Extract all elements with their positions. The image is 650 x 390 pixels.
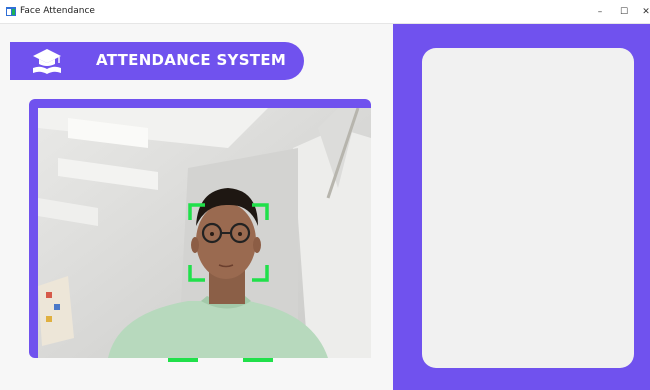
header-banner: ATTENDANCE SYSTEM [10, 42, 304, 80]
window-titlebar: Face Attendance – ☐ ✕ [0, 0, 650, 24]
camera-scene [38, 108, 371, 358]
close-button[interactable]: ✕ [638, 4, 650, 20]
detection-indicator-left [168, 358, 198, 362]
app-window-icon [6, 7, 16, 16]
info-card [422, 48, 634, 368]
camera-feed [38, 108, 371, 358]
left-panel: ATTENDANCE SYSTEM [0, 24, 393, 390]
app-heading: ATTENDANCE SYSTEM [96, 51, 287, 69]
detection-indicator-right [243, 358, 273, 362]
right-panel [393, 24, 650, 390]
minimize-button[interactable]: – [592, 4, 608, 20]
graduation-cap-book-icon [33, 49, 61, 74]
window-title: Face Attendance [20, 6, 95, 16]
maximize-button[interactable]: ☐ [616, 4, 632, 20]
